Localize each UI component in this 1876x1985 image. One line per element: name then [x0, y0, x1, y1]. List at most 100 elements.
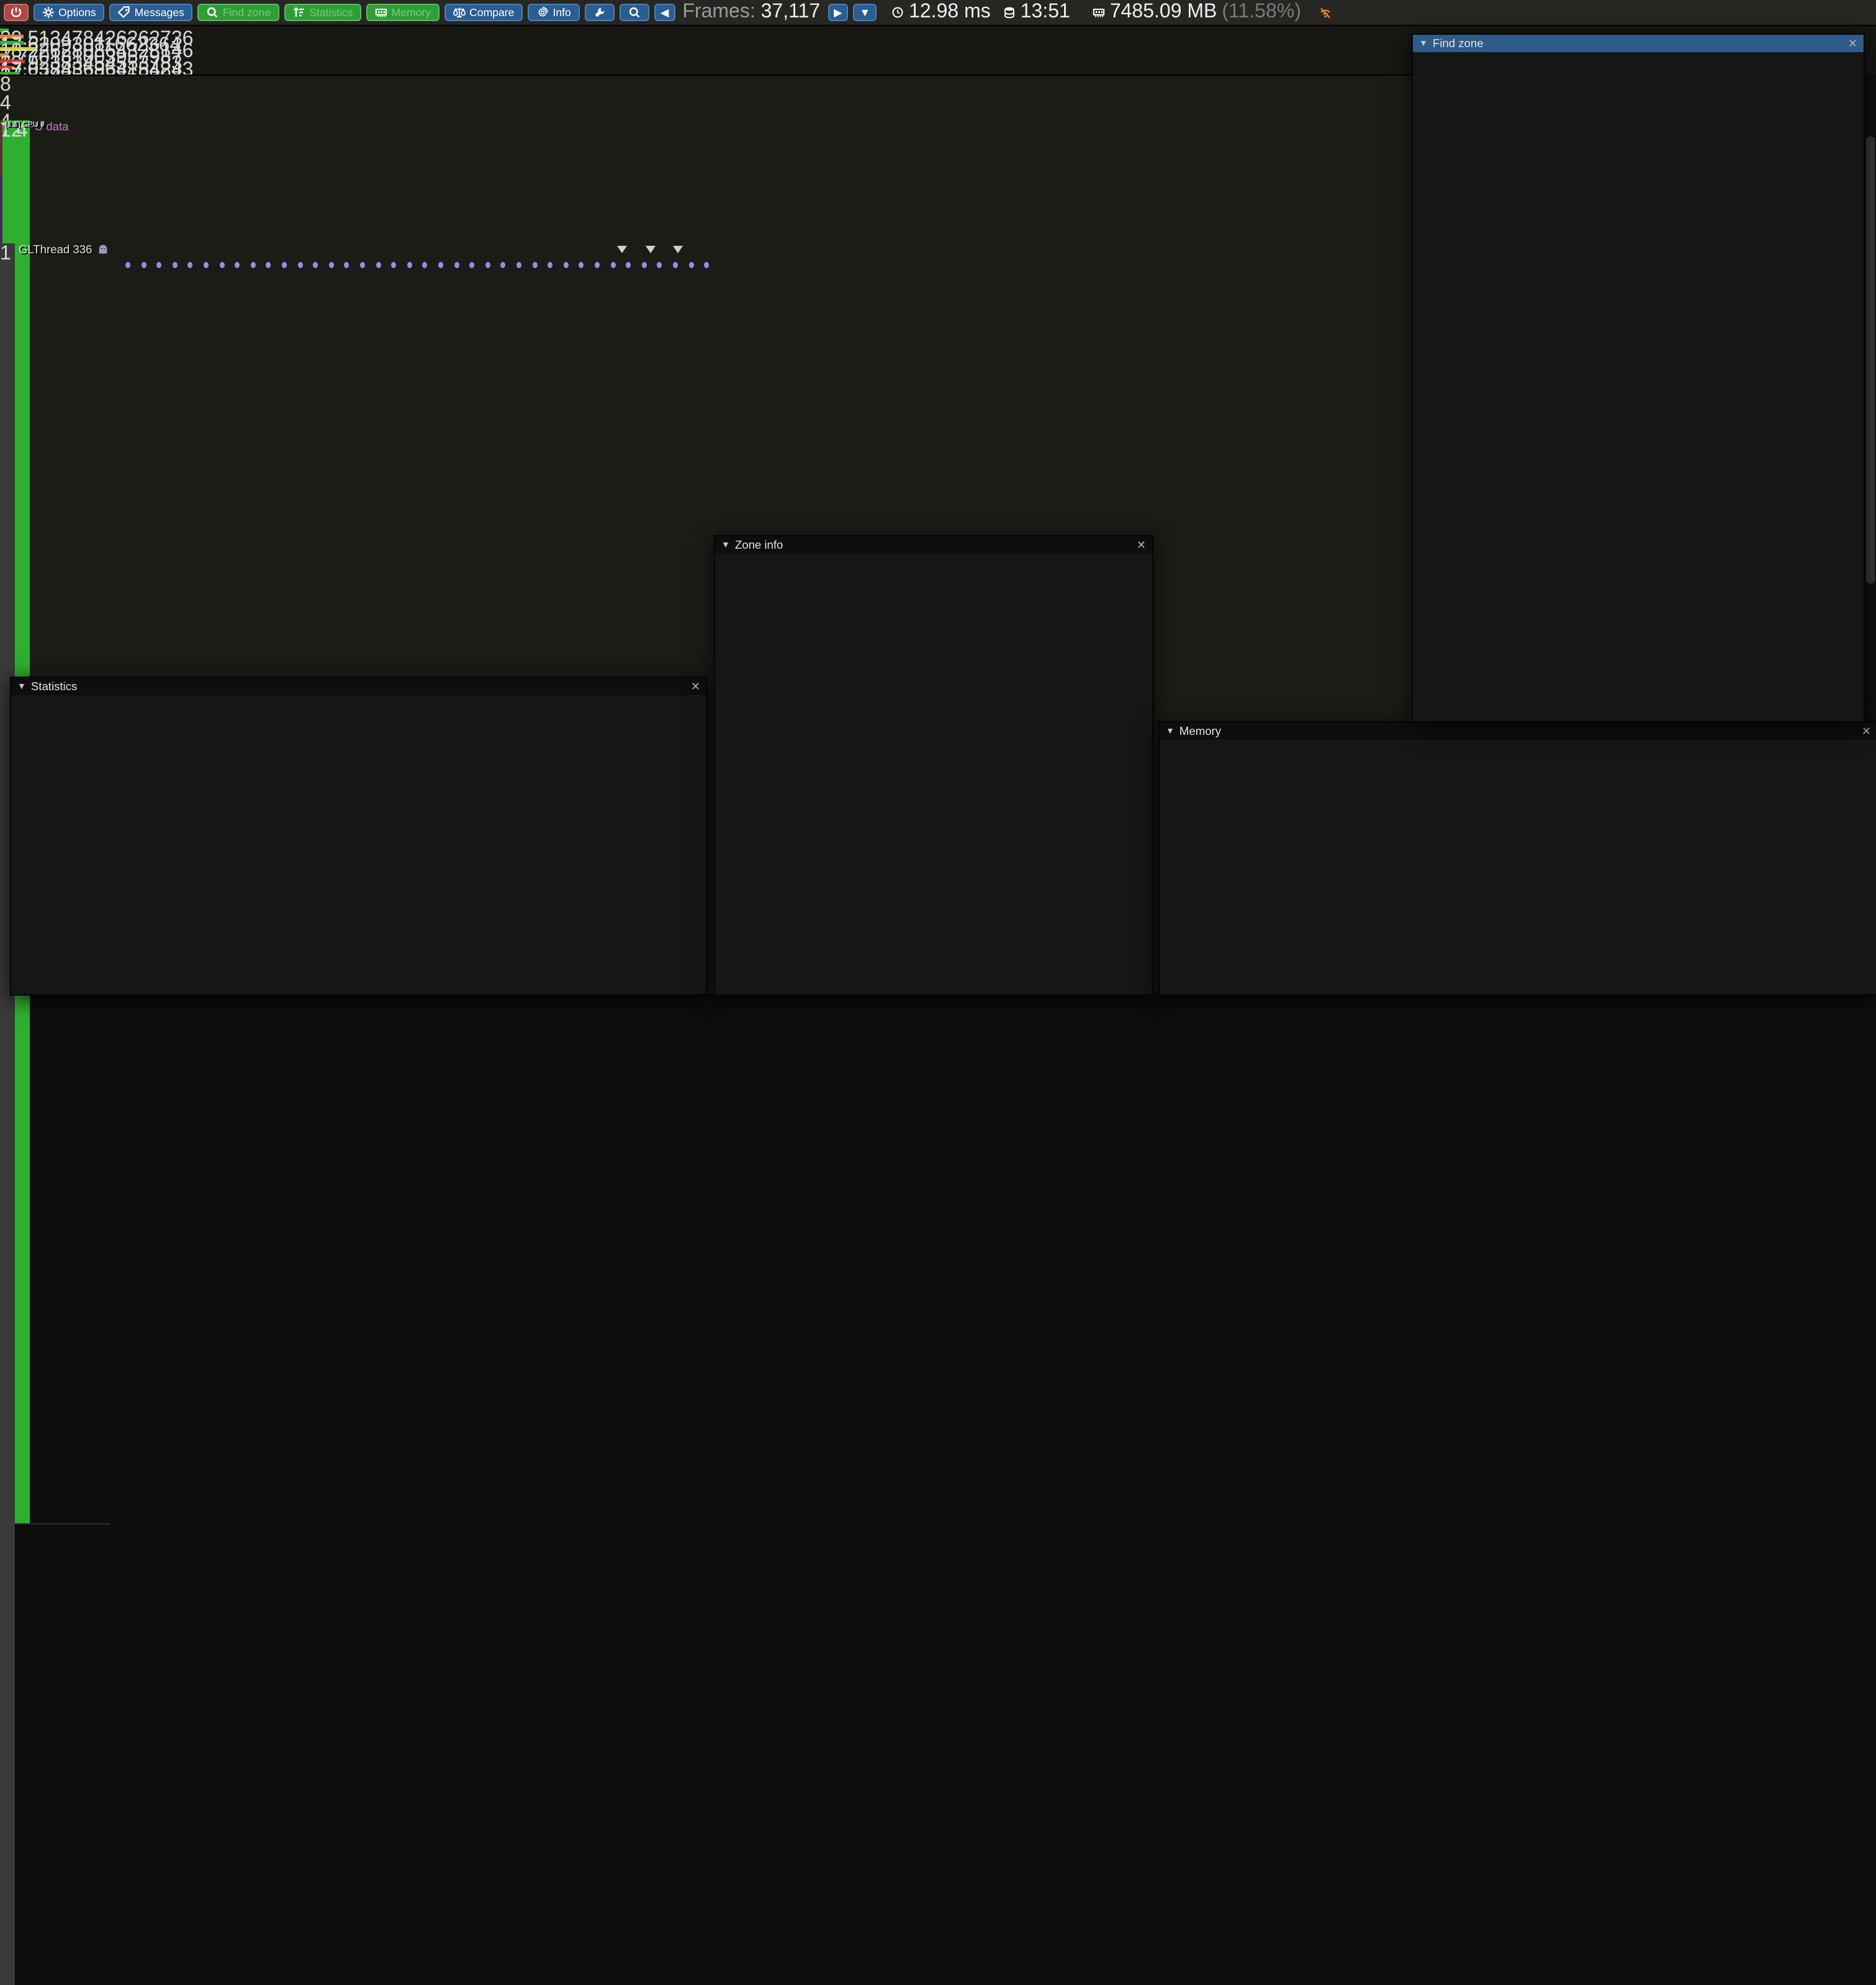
- zone-marker-icon[interactable]: [673, 246, 683, 253]
- zone-marker-icon[interactable]: [617, 246, 627, 253]
- collapse-icon[interactable]: ▼: [1419, 39, 1428, 48]
- statistics-window: ▼ Statistics ✕: [10, 677, 708, 996]
- find-zone-titlebar[interactable]: ▼ Find zone ✕: [1413, 35, 1864, 52]
- compare-button[interactable]: Compare: [444, 4, 523, 21]
- zoom-find-button[interactable]: [620, 4, 649, 21]
- zone-marker-icon[interactable]: [646, 246, 656, 253]
- tag-icon: [119, 6, 131, 19]
- close-icon[interactable]: ✕: [1137, 538, 1146, 552]
- label: Frames:: [682, 1, 760, 22]
- main-scrollbar-thumb[interactable]: [1866, 137, 1875, 583]
- message-dot[interactable]: [469, 262, 474, 268]
- message-dot[interactable]: [313, 262, 318, 268]
- cpu-core-label: [1:1] CPU 7: [5, 120, 45, 129]
- message-dot[interactable]: [188, 262, 193, 268]
- tracy-profiler-window: Options Messages Find zone Statistics Memory…: [0, 0, 1876, 993]
- ghost-icon: [97, 243, 109, 256]
- message-dot[interactable]: [564, 262, 569, 268]
- label: 37,117: [761, 1, 821, 22]
- message-dot[interactable]: [595, 262, 600, 268]
- close-icon[interactable]: ✕: [1862, 724, 1871, 738]
- clock-icon: [891, 6, 904, 19]
- message-dot[interactable]: [345, 262, 349, 268]
- power-button[interactable]: [4, 4, 29, 21]
- memory-window: ▼ Memory ✕: [1158, 721, 1876, 996]
- message-dot[interactable]: [282, 262, 287, 268]
- collapse-icon[interactable]: ▼: [1166, 727, 1175, 736]
- prev-frame-button[interactable]: ◀: [654, 4, 675, 21]
- message-dot[interactable]: [156, 262, 161, 268]
- message-dot[interactable]: [125, 262, 130, 268]
- zone-info-titlebar[interactable]: ▼ Zone info ✕: [715, 536, 1152, 554]
- message-dot[interactable]: [548, 262, 552, 268]
- frame-time: 12.98 ms: [909, 1, 991, 24]
- info-button[interactable]: Info: [528, 4, 579, 21]
- message-dot[interactable]: [235, 262, 240, 268]
- frame-dropdown-button[interactable]: ▼: [854, 4, 877, 21]
- close-icon[interactable]: ✕: [1848, 37, 1857, 50]
- zone-info-title: Zone info: [735, 539, 783, 551]
- message-dot[interactable]: [579, 262, 584, 268]
- message-dot[interactable]: [297, 262, 302, 268]
- capture-time-group: 13:51: [1003, 1, 1070, 24]
- collapse-icon[interactable]: ▼: [721, 541, 730, 549]
- message-dot[interactable]: [251, 262, 256, 268]
- find-zone-button[interactable]: Find zone: [198, 4, 279, 21]
- compare-label: Compare: [469, 6, 514, 19]
- message-dot[interactable]: [173, 262, 178, 268]
- tools-button[interactable]: [585, 4, 615, 21]
- search-icon: [628, 6, 641, 19]
- message-dot[interactable]: [204, 262, 209, 268]
- statistics-button[interactable]: Statistics: [284, 4, 361, 21]
- memory-titlebar[interactable]: ▼ Memory ✕: [1160, 722, 1876, 740]
- message-dot[interactable]: [376, 262, 381, 268]
- options-button[interactable]: Options: [34, 4, 105, 21]
- statistics-titlebar[interactable]: ▼ Statistics ✕: [11, 678, 706, 695]
- find-zone-title: Find zone: [1433, 37, 1484, 50]
- message-dot[interactable]: [266, 262, 271, 268]
- statistics-label: Statistics: [309, 6, 353, 19]
- memory-title: Memory: [1179, 725, 1221, 737]
- sortbars-icon: [293, 6, 305, 19]
- message-dot[interactable]: [532, 262, 537, 268]
- frame-time-group: 12.98 ms: [891, 1, 991, 24]
- message-dot[interactable]: [704, 262, 709, 268]
- ram-icon: [1093, 6, 1105, 19]
- message-dot[interactable]: [501, 262, 506, 268]
- gear-icon: [42, 6, 55, 19]
- message-dot[interactable]: [438, 262, 443, 268]
- message-dot[interactable]: [407, 262, 412, 268]
- close-icon[interactable]: ✕: [691, 680, 700, 693]
- message-dot[interactable]: [141, 262, 146, 268]
- collapse-icon[interactable]: ▼: [17, 682, 26, 691]
- message-dot[interactable]: [423, 262, 428, 268]
- thread-title: GLThread 336: [19, 243, 92, 256]
- message-dot[interactable]: [516, 262, 521, 268]
- memory-button[interactable]: Memory: [367, 4, 440, 21]
- messages-label: Messages: [135, 6, 184, 19]
- message-dot[interactable]: [673, 262, 678, 268]
- message-dot[interactable]: [626, 262, 631, 268]
- message-dot[interactable]: [657, 262, 662, 268]
- fingerprint-icon: [536, 6, 549, 19]
- message-dot[interactable]: [610, 262, 615, 268]
- messages-button[interactable]: Messages: [110, 4, 193, 21]
- find-zone-label: Find zone: [223, 6, 271, 19]
- thread-header[interactable]: ▼GLThread 336: [5, 243, 109, 256]
- message-dot[interactable]: [329, 262, 334, 268]
- next-frame-button[interactable]: ▶: [828, 4, 849, 21]
- zone-info-window: ▼ Zone info ✕: [714, 535, 1153, 996]
- toolbar-memory-pct: (11.58%): [1222, 1, 1301, 24]
- message-dot[interactable]: [485, 262, 490, 268]
- message-dot[interactable]: [642, 262, 647, 268]
- memory-label: Memory: [392, 6, 431, 19]
- database-icon: [1003, 6, 1016, 19]
- no-signal-icon: [1319, 6, 1332, 19]
- wrench-icon: [593, 6, 606, 19]
- message-dot[interactable]: [391, 262, 396, 268]
- message-dot[interactable]: [219, 262, 224, 268]
- connection-group: [1319, 6, 1332, 19]
- message-dot[interactable]: [360, 262, 365, 268]
- message-dot[interactable]: [688, 262, 693, 268]
- message-dot[interactable]: [454, 262, 459, 268]
